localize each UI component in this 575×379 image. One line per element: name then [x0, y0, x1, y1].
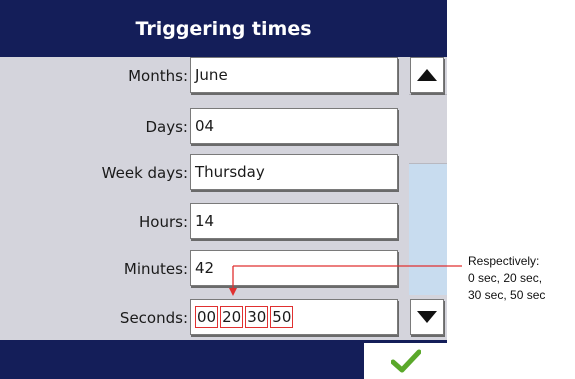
weekdays-value: Thursday [195, 163, 265, 181]
minutes-label: Minutes: [123, 260, 188, 278]
minutes-field[interactable]: 42 [190, 250, 398, 286]
title-bar: Triggering times [0, 0, 447, 57]
scroll-up-button[interactable] [410, 57, 444, 93]
months-field[interactable]: June [190, 57, 398, 93]
annotation-text: Respectively: 0 sec, 20 sec, 30 sec, 50 … [468, 253, 574, 304]
seconds-value-3: 50 [270, 306, 294, 328]
days-field[interactable]: 04 [190, 108, 398, 144]
device-screen: Triggering times Months: June Days: 04 W… [0, 0, 447, 379]
scrollbar-fill [409, 164, 447, 295]
weekdays-label: Week days: [101, 164, 188, 182]
seconds-value-1: 20 [220, 306, 244, 328]
annotation-line-2: 0 sec, 20 sec, [468, 271, 543, 285]
months-value: June [195, 66, 228, 84]
seconds-label: Seconds: [119, 309, 188, 327]
checkmark-icon [390, 349, 421, 373]
seconds-value-2: 30 [245, 306, 269, 328]
confirm-button[interactable] [364, 343, 447, 379]
scrollbar-thumb[interactable] [409, 94, 447, 164]
months-label: Months: [128, 67, 188, 85]
hours-label: Hours: [139, 213, 188, 231]
annotation-line-3: 30 sec, 50 sec [468, 288, 546, 302]
scroll-down-button[interactable] [410, 299, 444, 335]
up-arrow-icon [417, 69, 437, 81]
annotation-line-1: Respectively: [468, 254, 540, 268]
minutes-value: 42 [195, 259, 215, 277]
days-value: 04 [195, 117, 215, 135]
days-label: Days: [145, 118, 189, 136]
hours-value: 14 [195, 212, 215, 230]
weekdays-field[interactable]: Thursday [190, 154, 398, 190]
down-arrow-icon [417, 311, 437, 323]
seconds-value-0: 00 [195, 306, 219, 328]
page-title: Triggering times [135, 17, 312, 40]
hours-field[interactable]: 14 [190, 203, 398, 239]
seconds-field[interactable]: 00 20 30 50 [190, 299, 398, 335]
